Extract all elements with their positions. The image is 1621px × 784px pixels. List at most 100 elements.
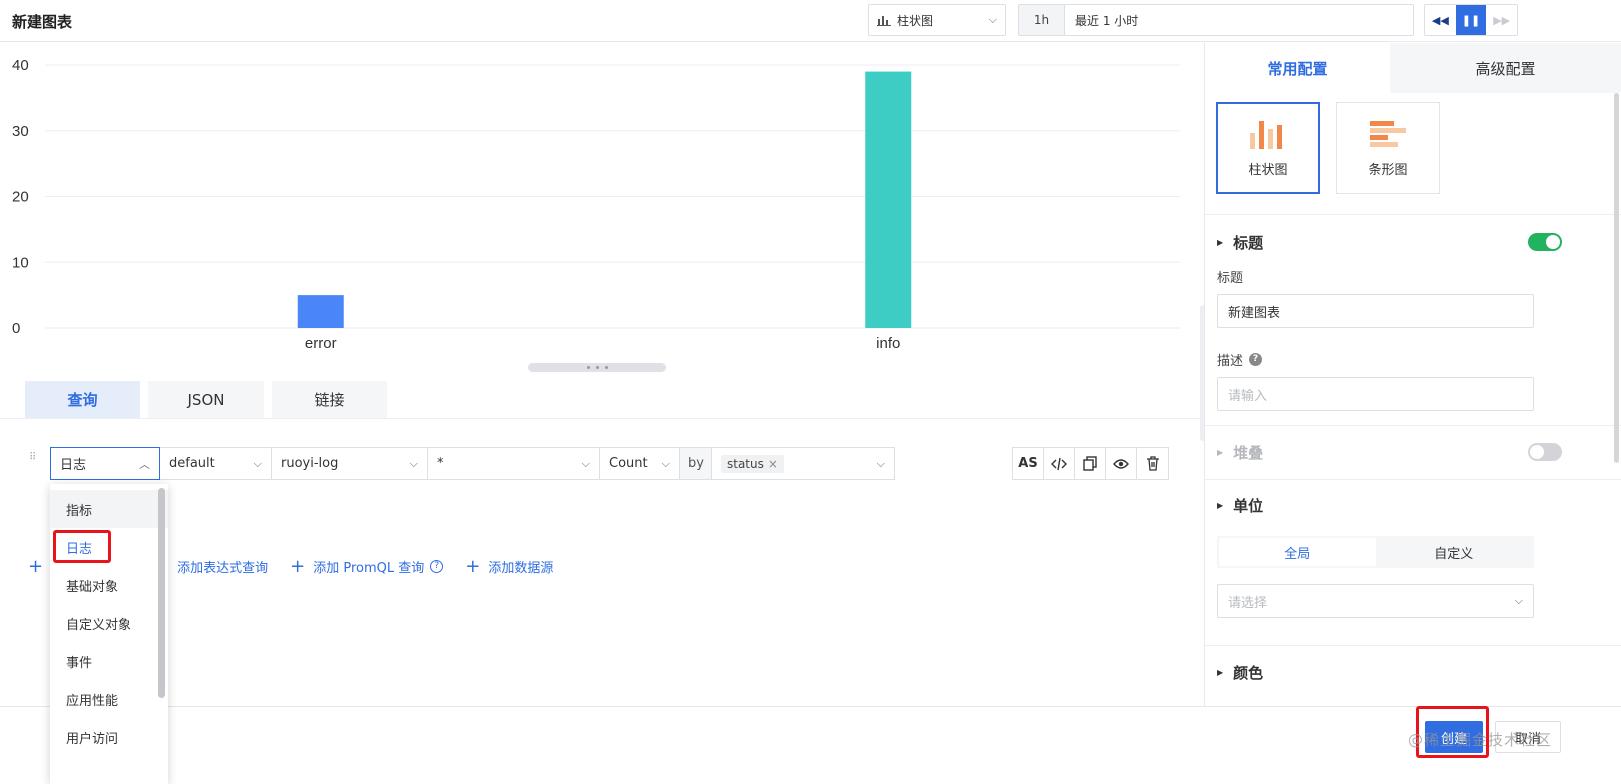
help-icon[interactable]: ? xyxy=(1249,353,1263,366)
header: 新建图表 柱状图 ⌵ 1h 最近 1 小时 ◀◀ ❚❚ ▶▶ xyxy=(0,0,1621,42)
desc-input[interactable]: 请输入 xyxy=(1217,377,1534,411)
source-value: ruoyi-log xyxy=(281,456,339,471)
tab-json[interactable]: JSON xyxy=(148,381,264,418)
viz-card-horizontal-bar[interactable]: 条形图 xyxy=(1336,102,1440,194)
y-tick-label: 0 xyxy=(12,320,20,337)
stack-toggle[interactable] xyxy=(1528,443,1562,461)
remove-tag-icon[interactable]: × xyxy=(768,457,778,471)
color-section-heading: 颜色 xyxy=(1233,663,1264,682)
desc-field-label: 描述 ? xyxy=(1217,350,1562,369)
source-select[interactable]: ruoyi-log ⌵ xyxy=(272,448,428,479)
by-label: by xyxy=(680,448,712,479)
chevron-down-icon: ⌵ xyxy=(988,13,997,26)
dropdown-item[interactable]: 用户访问 xyxy=(50,718,168,756)
stack-section-header[interactable]: ▶ 堆叠 xyxy=(1217,441,1562,463)
unit-select[interactable]: 请选择 ⌵ xyxy=(1217,584,1534,618)
bar-chart: 0 10 20 30 40 error info xyxy=(0,43,1200,365)
rewind-icon[interactable]: ◀◀ xyxy=(1425,5,1456,35)
chevron-down-icon: ⌵ xyxy=(253,456,262,470)
aggregation-select[interactable]: Count ⌵ xyxy=(600,448,680,479)
add-datasource-link[interactable]: + 添加数据源 xyxy=(465,556,553,577)
add-promql-query-label: 添加 PromQL 查询 xyxy=(313,561,425,576)
unit-mode-segmented: 全局 自定义 xyxy=(1217,536,1534,568)
chevron-down-icon: ⌵ xyxy=(409,456,418,470)
unit-section-heading: 单位 xyxy=(1233,496,1264,515)
dropdown-item[interactable]: 基础对象 xyxy=(50,566,168,604)
question-icon[interactable]: ? xyxy=(430,560,444,573)
trash-icon[interactable] xyxy=(1137,448,1168,479)
stack-section: ▶ 堆叠 xyxy=(1217,441,1562,463)
fast-forward-icon[interactable]: ▶▶ xyxy=(1486,5,1517,35)
y-tick-label: 40 xyxy=(12,57,29,74)
pause-icon[interactable]: ❚❚ xyxy=(1455,5,1487,35)
y-tick-label: 10 xyxy=(12,254,29,271)
time-range-picker[interactable]: 1h 最近 1 小时 xyxy=(1018,4,1414,36)
tab-advanced-config[interactable]: 高级配置 xyxy=(1390,43,1621,93)
config-panel-scrollbar[interactable] xyxy=(1614,93,1619,463)
color-section-header[interactable]: ▶ 颜色 xyxy=(1217,661,1562,683)
title-toggle[interactable] xyxy=(1528,233,1562,251)
alias-button[interactable]: AS xyxy=(1013,448,1044,479)
query-type-value: 日志 xyxy=(60,458,87,473)
chart-type-select[interactable]: 柱状图 ⌵ xyxy=(868,4,1006,36)
dropdown-item[interactable]: 指标 xyxy=(50,490,168,528)
plus-icon[interactable]: + xyxy=(28,556,43,577)
watermark-text: @稀土掘金技术社区 xyxy=(1408,731,1553,749)
plus-icon: + xyxy=(465,556,481,577)
namespace-select[interactable]: default ⌵ xyxy=(160,448,272,479)
drag-handle-icon[interactable]: ⠿ xyxy=(29,453,39,471)
dropdown-item[interactable]: 事件 xyxy=(50,642,168,680)
add-expression-query-label: 添加表达式查询 xyxy=(177,561,269,576)
tab-query[interactable]: 查询 xyxy=(25,381,140,418)
bar-chart-icon xyxy=(877,16,891,26)
viz-type-cards: 柱状图 条形图 xyxy=(1205,93,1621,194)
title-input[interactable]: 新建图表 xyxy=(1217,294,1534,328)
desc-field-label-text: 描述 xyxy=(1217,354,1244,369)
dropdown-item[interactable]: 应用性能 xyxy=(50,680,168,718)
query-type-select[interactable]: 日志 ︿ xyxy=(50,447,160,480)
config-panel: 常用配置 高级配置 柱状图 条形图 ▶ 标题 标题 新建图表 描述 ? 请输入 … xyxy=(1204,43,1621,706)
tab-common-config[interactable]: 常用配置 xyxy=(1205,43,1390,93)
bar-error[interactable] xyxy=(297,295,344,328)
code-icon[interactable] xyxy=(1044,448,1075,479)
chevron-down-icon: ⌵ xyxy=(876,456,885,470)
group-by-tag: status × xyxy=(721,454,784,473)
caret-right-icon: ▶ xyxy=(1217,667,1224,677)
eye-icon[interactable] xyxy=(1106,448,1137,479)
add-promql-query-link[interactable]: + 添加 PromQL 查询 ? xyxy=(290,556,444,577)
time-range-label[interactable]: 最近 1 小时 xyxy=(1065,5,1138,35)
time-range-short[interactable]: 1h xyxy=(1019,5,1065,35)
query-type-dropdown: 指标 日志 基础对象 自定义对象 事件 应用性能 用户访问 xyxy=(50,484,168,784)
unit-section-header[interactable]: ▶ 单位 xyxy=(1217,494,1562,516)
filter-select[interactable]: * ⌵ xyxy=(428,448,600,479)
viz-card-horizontal-bar-label: 条形图 xyxy=(1368,162,1408,178)
add-datasource-label: 添加数据源 xyxy=(488,561,554,576)
column-chart-icon xyxy=(1250,120,1282,149)
dropdown-scrollbar[interactable] xyxy=(158,488,165,698)
copy-icon[interactable] xyxy=(1075,448,1106,479)
caret-right-icon: ▶ xyxy=(1217,500,1224,510)
unit-option-custom[interactable]: 自定义 xyxy=(1376,538,1533,566)
viz-card-bar-label: 柱状图 xyxy=(1248,162,1288,178)
bar-info[interactable] xyxy=(865,71,912,328)
title-section-header[interactable]: ▶ 标题 xyxy=(1217,231,1562,253)
viz-card-bar[interactable]: 柱状图 xyxy=(1216,102,1320,194)
y-tick-label: 30 xyxy=(12,123,29,140)
chart-type-label: 柱状图 xyxy=(897,13,934,28)
chevron-down-icon: ⌵ xyxy=(1514,594,1523,607)
chart-resize-handle[interactable] xyxy=(528,363,666,372)
title-section-heading: 标题 xyxy=(1233,233,1264,252)
group-by-select[interactable]: status × ⌵ xyxy=(712,448,894,479)
x-tick-label: error xyxy=(305,335,337,352)
query-actions: AS xyxy=(1012,447,1169,480)
add-expression-query-link[interactable]: 添加表达式查询 xyxy=(177,557,268,576)
title-section: ▶ 标题 标题 新建图表 描述 ? 请输入 xyxy=(1217,231,1562,411)
tab-link[interactable]: 链接 xyxy=(272,381,387,418)
caret-right-icon: ▶ xyxy=(1217,447,1224,457)
highlight-log-box xyxy=(53,530,111,563)
caret-right-icon: ▶ xyxy=(1217,237,1224,247)
unit-option-global[interactable]: 全局 xyxy=(1219,538,1376,566)
x-tick-label: info xyxy=(876,335,900,352)
chevron-down-icon: ⌵ xyxy=(661,456,670,470)
dropdown-item[interactable]: 自定义对象 xyxy=(50,604,168,642)
